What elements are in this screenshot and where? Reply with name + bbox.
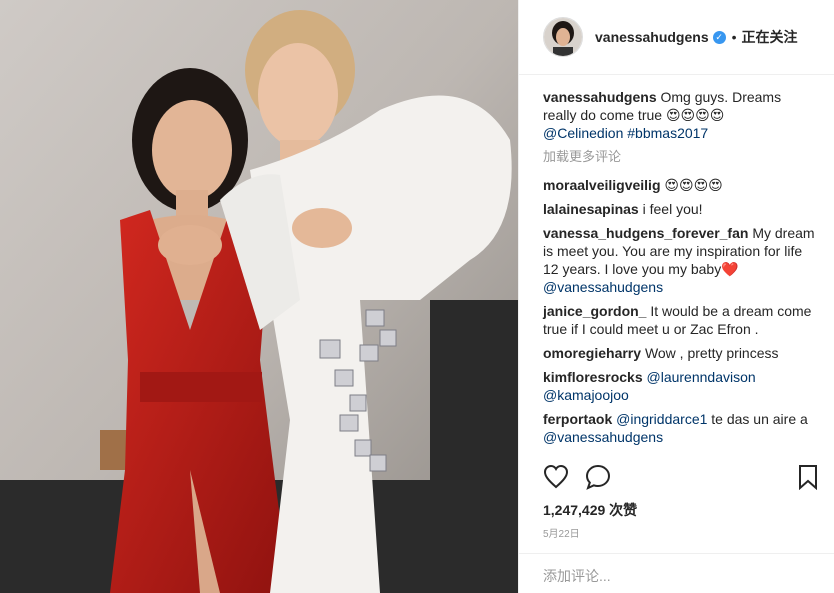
action-bar [543,464,818,494]
instagram-post: vanessahudgens ✓ • 正在关注 vanessahudgens O… [0,0,834,593]
comment-mention[interactable]: @vanessahudgens [543,279,663,295]
comment-item: janice_gordon_ It would be a dream come … [543,302,818,338]
comment-mention[interactable]: @kamajoojoo [543,387,629,403]
comment-item: vanessa_hudgens_forever_fan My dream is … [543,224,818,296]
following-button[interactable]: 正在关注 [742,27,798,47]
comment-username[interactable]: omoregieharry [543,345,641,361]
comment-item: ferportaok @ingriddarce1 te das un aire … [543,410,818,446]
post-sidebar: vanessahudgens ✓ • 正在关注 vanessahudgens O… [518,0,834,593]
post-header: vanessahudgens ✓ • 正在关注 [519,0,834,75]
heart-outline-icon[interactable] [543,464,569,495]
comment-username[interactable]: lalainesapinas [543,201,639,217]
header-separator: • [731,29,737,45]
post-photo[interactable] [0,0,518,593]
comment-username[interactable]: vanessa_hudgens_forever_fan [543,225,748,241]
likes-count[interactable]: 1,247,429 次赞 [543,500,637,520]
comment-text: Wow , pretty princess [644,345,779,361]
comment-text: i feel you! [642,201,703,217]
comment-text: te das un aire a [711,411,808,427]
comment-mention[interactable]: @vanessahudgens [543,429,663,445]
comment-mention[interactable]: @laurenndavison [647,369,756,385]
photo-illustration [0,0,518,593]
header-username[interactable]: vanessahudgens [595,29,709,45]
avatar-image [544,18,582,56]
caption: vanessahudgens Omg guys. Dreams really d… [543,88,818,142]
caption-mentions[interactable]: @Celinedion #bbmas2017 [543,125,708,141]
comment-username[interactable]: moraalveiligveilig [543,177,661,193]
comment-item: moraalveiligveilig 😍😍😍😍 [543,176,818,194]
verified-badge-icon: ✓ [712,30,726,44]
bookmark-icon[interactable] [798,464,818,495]
comment-item: lalainesapinas i feel you! [543,200,818,218]
comment-text: 😍😍😍😍 [664,177,723,193]
comment-item: omoregieharry Wow , pretty princess [543,344,818,362]
add-comment-input[interactable]: 添加评论... [519,553,834,593]
comment-username[interactable]: ferportaok [543,411,612,427]
post-date[interactable]: 5月22日 [543,525,580,540]
avatar[interactable] [543,17,583,57]
load-more-comments[interactable]: 加载更多评论 [543,148,818,166]
comments-list: vanessahudgens Omg guys. Dreams really d… [543,88,818,452]
comment-username[interactable]: janice_gordon_ [543,303,646,319]
caption-username[interactable]: vanessahudgens [543,89,657,105]
speech-bubble-icon[interactable] [585,464,611,495]
comment-username[interactable]: kimfloresrocks [543,369,643,385]
comment-item: kimfloresrocks @laurenndavison @kamajooj… [543,368,818,404]
comment-mention[interactable]: @ingriddarce1 [616,411,707,427]
